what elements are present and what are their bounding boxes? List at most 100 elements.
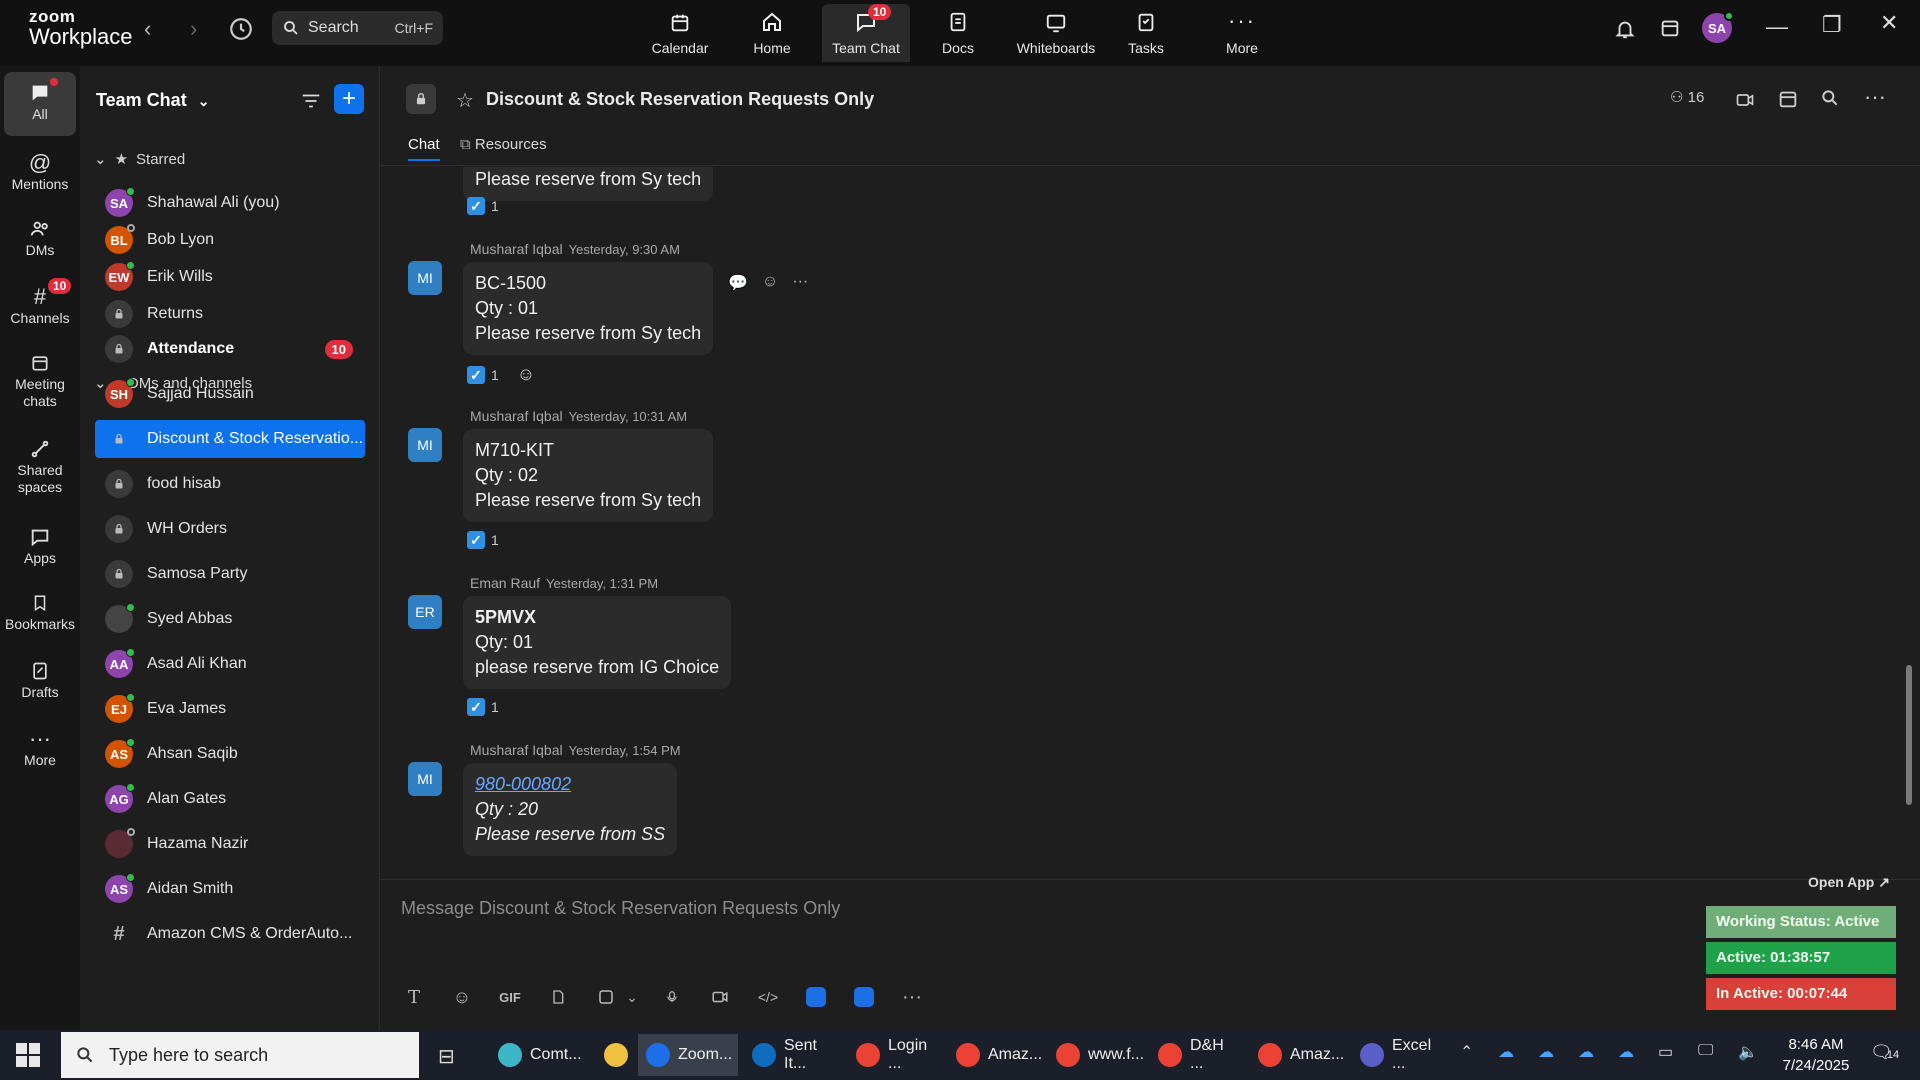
volume-icon[interactable]: 🔈 (1738, 1042, 1758, 1062)
clock[interactable]: 8:46 AM 7/24/2025 (1770, 1034, 1862, 1076)
taskbar-app[interactable]: Login ... (848, 1034, 942, 1076)
sender-avatar[interactable]: MI (408, 428, 442, 462)
zoom-app-icon[interactable] (802, 985, 830, 1009)
onedrive-icon[interactable]: ☁ (1498, 1042, 1514, 1062)
message-bubble[interactable]: 5PMVX Qty: 01 please reserve from IG Cho… (463, 596, 732, 689)
rail-more[interactable]: ··· More (4, 726, 76, 768)
sidebar-item[interactable]: Hazama Nazir (95, 825, 365, 863)
sender-avatar[interactable]: ER (408, 595, 442, 629)
message-link[interactable]: 980-000802 (475, 772, 665, 797)
microphone-icon[interactable] (658, 985, 686, 1009)
sidebar-item[interactable]: BL Bob Lyon (95, 221, 365, 259)
sidebar-item[interactable]: Returns (95, 295, 365, 333)
code-snippet-icon[interactable]: </> (754, 985, 782, 1009)
calendar-icon[interactable] (1777, 88, 1799, 110)
sidebar-item[interactable]: AG Alan Gates (95, 780, 365, 818)
sidebar-item[interactable]: SH Sajjad Hussain (95, 375, 365, 413)
search-input[interactable]: Search Ctrl+F (272, 11, 443, 45)
notifications-icon[interactable]: 🗨14 (1870, 1042, 1899, 1063)
rail-shared-spaces[interactable]: Shared spaces (4, 436, 76, 496)
scrollbar[interactable] (1906, 665, 1912, 805)
sidebar-item[interactable]: WH Orders (95, 510, 365, 548)
minimize-icon[interactable]: — (1766, 14, 1788, 40)
calendar-status-icon[interactable] (1659, 17, 1681, 39)
sidebar-title[interactable]: Team Chat ⌄ (96, 90, 209, 111)
nav-tasks[interactable]: Tasks (1102, 4, 1190, 62)
sidebar-item[interactable]: AS Aidan Smith (95, 870, 365, 908)
tab-chat[interactable]: Chat (408, 136, 440, 161)
task-view-icon[interactable]: ⊟ (438, 1044, 455, 1069)
chat-app-icon[interactable] (850, 985, 878, 1009)
sidebar-item[interactable]: food hisab (95, 465, 365, 503)
reply-icon[interactable]: 💬 (728, 273, 748, 293)
sidebar-item[interactable]: EW Erik Wills (95, 258, 365, 296)
onedrive-icon[interactable]: ☁ (1538, 1042, 1554, 1062)
nav-calendar[interactable]: Calendar (636, 4, 724, 62)
nav-team-chat[interactable]: 10 Team Chat (822, 4, 910, 62)
back-arrow-icon[interactable]: ‹ (144, 16, 151, 42)
sender-name[interactable]: Musharaf Iqbal (470, 742, 563, 758)
history-icon[interactable] (228, 16, 254, 42)
nav-more[interactable]: ··· More (1198, 4, 1286, 62)
nav-home[interactable]: Home (728, 4, 816, 62)
gif-button[interactable]: GIF (496, 985, 524, 1009)
rail-dms[interactable]: DMs (4, 216, 76, 258)
new-chat-button[interactable]: + (334, 84, 364, 114)
sidebar-item[interactable]: Discount & Stock Reservatio... (95, 420, 365, 458)
onedrive-icon[interactable]: ☁ (1618, 1042, 1634, 1062)
restore-icon[interactable]: ❐ (1822, 12, 1842, 38)
windows-start-icon[interactable] (16, 1043, 40, 1067)
emoji-reaction-icon[interactable]: ☺ (762, 273, 778, 293)
sender-avatar[interactable]: MI (408, 261, 442, 295)
add-reaction-icon[interactable]: ☺ (517, 364, 535, 385)
sender-name[interactable]: Eman Rauf (470, 575, 540, 591)
nav-docs[interactable]: Docs (914, 4, 1002, 62)
sender-avatar[interactable]: MI (408, 762, 442, 796)
screenshot-icon[interactable] (592, 985, 620, 1009)
tab-resources[interactable]: ⧉ Resources (460, 136, 547, 153)
bell-icon[interactable] (1614, 17, 1636, 41)
more-options-icon[interactable]: ··· (898, 985, 926, 1009)
channel-title[interactable]: Discount & Stock Reservation Requests On… (486, 89, 874, 110)
reaction-chip[interactable]: ✓ 1 ☺ (467, 364, 535, 385)
message-composer[interactable]: Message Discount & Stock Reservation Req… (380, 879, 1920, 1030)
forward-arrow-icon[interactable]: › (190, 16, 197, 42)
search-icon[interactable] (1820, 88, 1840, 108)
user-avatar[interactable]: SA (1702, 11, 1734, 43)
reaction-chip[interactable]: ✓ 1 (467, 531, 499, 549)
sidebar-item[interactable]: EJ Eva James (95, 690, 365, 728)
message-bubble[interactable]: M710-KIT Qty : 02 Please reserve from Sy… (463, 429, 714, 522)
taskbar-app[interactable]: Amaz... (1250, 1034, 1344, 1076)
taskbar-app[interactable]: Sent It... (744, 1034, 840, 1076)
taskbar-app[interactable]: D&H ... (1150, 1034, 1244, 1076)
chevron-down-icon[interactable]: ⌄ (626, 985, 638, 1009)
video-icon[interactable] (1733, 90, 1757, 110)
taskbar-app[interactable]: Comt... (490, 1034, 586, 1076)
file-icon[interactable] (544, 985, 572, 1009)
rail-mentions[interactable]: @ Mentions (4, 150, 76, 192)
message-bubble[interactable]: BC-1500 Qty : 01 Please reserve from Sy … (463, 262, 714, 355)
reaction-chip[interactable]: ✓ 1 (467, 698, 499, 716)
sidebar-item[interactable]: Samosa Party (95, 555, 365, 593)
taskbar-app[interactable]: Amaz... (948, 1034, 1042, 1076)
more-options-icon[interactable]: ··· (792, 273, 808, 293)
message-bubble[interactable]: 980-000802 Qty : 20 Please reserve from … (463, 763, 678, 856)
tray-chevron-icon[interactable]: ⌃ (1460, 1042, 1473, 1062)
taskbar-app[interactable]: www.f... (1048, 1034, 1144, 1076)
sidebar-item[interactable]: AS Ahsan Saqib (95, 735, 365, 773)
taskbar-app[interactable] (596, 1034, 636, 1076)
rail-all[interactable]: All (4, 72, 76, 136)
taskbar-app[interactable]: Zoom... (638, 1034, 738, 1076)
rail-drafts[interactable]: Drafts (4, 658, 76, 700)
members-count[interactable]: ⚇ 16 (1670, 88, 1704, 106)
rail-apps[interactable]: Apps (4, 524, 76, 566)
open-app-button[interactable]: Open App ↗ (1808, 874, 1890, 891)
sidebar-item[interactable]: Attendance 10 (95, 330, 365, 368)
emoji-icon[interactable]: ☺ (448, 985, 476, 1009)
format-text-icon[interactable]: T (400, 985, 428, 1009)
filter-icon[interactable] (300, 90, 322, 112)
onedrive-icon[interactable]: ☁ (1578, 1042, 1594, 1062)
nav-whiteboards[interactable]: Whiteboards (1008, 4, 1104, 62)
taskbar-search-input[interactable]: Type here to search (61, 1032, 419, 1078)
sidebar-item[interactable]: AA Asad Ali Khan (95, 645, 365, 683)
